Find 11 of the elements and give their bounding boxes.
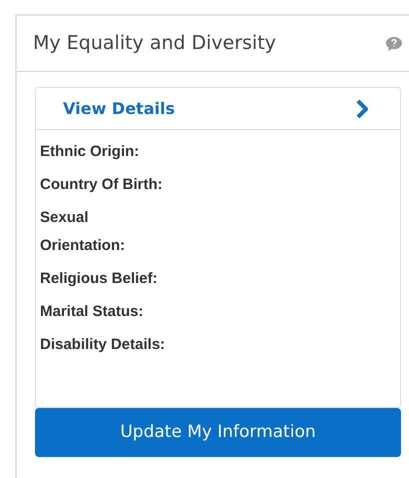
field-label: Religious Belief: (40, 269, 159, 289)
field-label: Disability Details: (40, 335, 166, 355)
field-label: Marital Status: (40, 302, 144, 322)
field-label: Sexual Orientation: (40, 208, 126, 256)
field-label: Country Of Birth: (40, 175, 164, 195)
field-label: Ethnic Origin: (40, 142, 140, 162)
chevron-right-icon (356, 98, 368, 118)
view-details-link[interactable]: View Details (36, 88, 400, 130)
update-info-button[interactable]: Update My Information (35, 408, 401, 457)
help-icon[interactable] (385, 36, 403, 52)
panel-title: My Equality and Diversity (33, 31, 276, 56)
